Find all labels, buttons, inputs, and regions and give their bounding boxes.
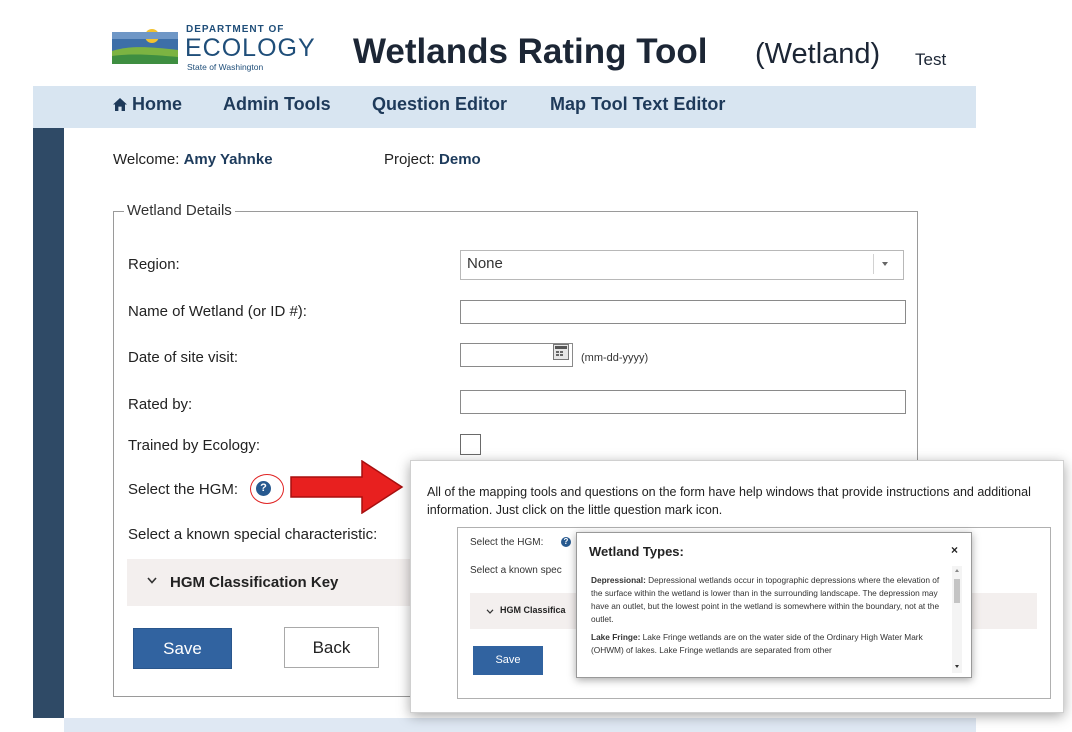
red-arrow-annotation <box>290 460 404 514</box>
project-name: Demo <box>439 151 481 168</box>
nav-admin-tools[interactable]: Admin Tools <box>223 94 331 115</box>
chevron-down-icon <box>882 262 888 266</box>
nav-home-label: Home <box>132 94 183 114</box>
home-icon <box>113 98 127 111</box>
nav-map-tool-text-editor[interactable]: Map Tool Text Editor <box>550 94 725 115</box>
rated-by-label: Rated by: <box>128 396 193 413</box>
main-nav: Home Admin Tools Question Editor Map Too… <box>33 86 976 128</box>
mini-hgm-label: Select the HGM: <box>470 537 544 548</box>
trained-by-ecology-label: Trained by Ecology: <box>128 437 261 454</box>
save-button[interactable]: Save <box>133 628 232 669</box>
calendar-icon[interactable] <box>553 344 569 360</box>
app-context: (Wetland) <box>755 38 881 70</box>
welcome-label: Welcome: <box>113 151 180 168</box>
lake-fringe-paragraph: Lake Fringe: Lake Fringe wetlands are on… <box>591 631 946 657</box>
user-name: Amy Yahnke <box>183 151 273 168</box>
help-callout: All of the mapping tools and questions o… <box>410 460 1064 713</box>
popup-title: Wetland Types: <box>589 544 684 559</box>
hgm-classification-key-label: HGM Classification Key <box>170 574 339 591</box>
fieldset-legend: Wetland Details <box>124 202 235 219</box>
welcome-text: Welcome: Amy Yahnke <box>113 151 273 168</box>
depressional-term: Depressional: <box>591 575 646 585</box>
project-label: Project: <box>384 151 435 168</box>
environment-label: Test <box>915 50 947 69</box>
hgm-label: Select the HGM: <box>128 481 239 498</box>
rated-by-input[interactable] <box>460 390 906 414</box>
app-title: Wetlands Rating Tool <box>353 32 708 71</box>
question-mark-icon[interactable]: ? <box>256 481 271 496</box>
nav-home[interactable]: Home <box>113 94 182 115</box>
mini-save-button: Save <box>473 646 543 675</box>
footer-strip <box>64 718 976 732</box>
depressional-paragraph: Depressional: Depressional wetlands occu… <box>591 574 946 626</box>
date-format-hint: (mm-dd-yyyy) <box>581 352 649 364</box>
date-label: Date of site visit: <box>128 349 239 366</box>
lake-fringe-term: Lake Fringe: <box>591 632 641 642</box>
trained-by-ecology-checkbox[interactable] <box>460 434 481 455</box>
region-select[interactable] <box>460 250 904 280</box>
chevron-down-icon <box>147 577 157 584</box>
back-button[interactable]: Back <box>284 627 379 668</box>
mini-special-label: Select a known spec <box>470 565 562 576</box>
scroll-down-icon[interactable] <box>955 665 959 668</box>
lake-fringe-text: Lake Fringe wetlands are on the water si… <box>591 632 923 655</box>
region-selected-value: None <box>467 255 503 272</box>
special-characteristic-label: Select a known special characteristic: <box>128 526 378 543</box>
project-text: Project: Demo <box>384 151 481 168</box>
wetland-name-input[interactable] <box>460 300 906 324</box>
scroll-thumb[interactable] <box>954 579 960 603</box>
popup-body: Depressional: Depressional wetlands occu… <box>591 574 946 662</box>
logo-ecology-text: ECOLOGY <box>185 34 316 62</box>
callout-text: All of the mapping tools and questions o… <box>427 485 1031 517</box>
example-form-screenshot: Select the HGM: ? Select a known spec HG… <box>457 527 1051 699</box>
region-label: Region: <box>128 256 180 273</box>
wetland-name-label: Name of Wetland (or ID #): <box>128 303 307 320</box>
nav-question-editor[interactable]: Question Editor <box>372 94 507 115</box>
close-icon[interactable]: × <box>951 543 958 557</box>
logo-state-text: State of Washington <box>187 62 264 72</box>
scroll-up-icon[interactable] <box>955 569 959 572</box>
question-mark-icon: ? <box>561 537 571 547</box>
mini-hgm-key-label: HGM Classifica <box>500 605 566 615</box>
chevron-down-icon <box>486 609 494 614</box>
wetland-types-help-popup: Wetland Types: × Depressional: Depressio… <box>576 532 972 678</box>
left-rail <box>33 128 64 718</box>
